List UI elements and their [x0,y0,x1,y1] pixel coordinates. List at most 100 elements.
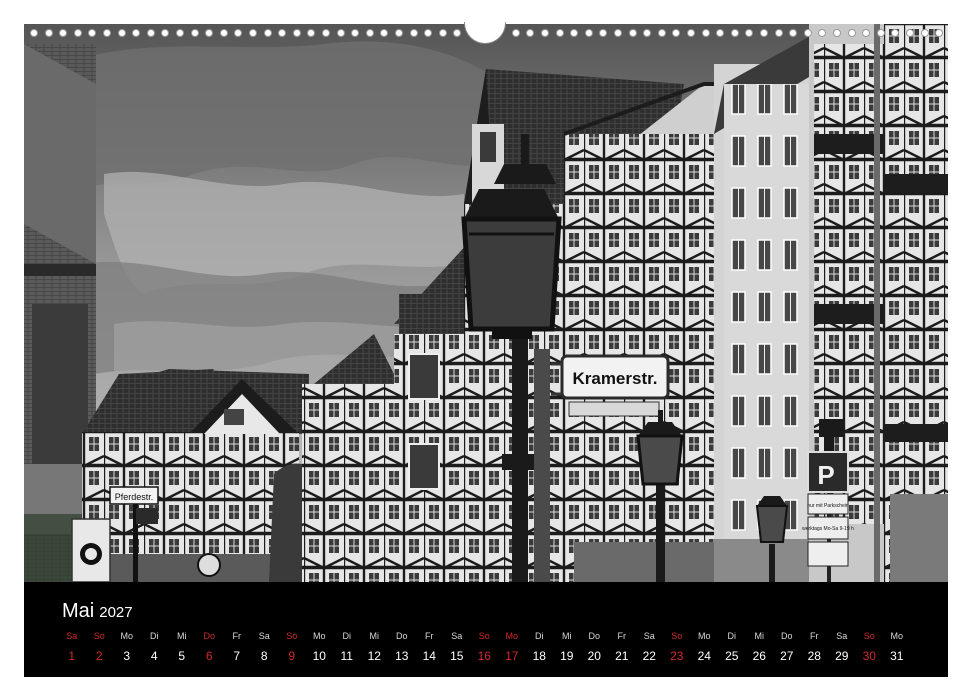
weekday-label: Mo [505,631,518,641]
binding-hole [351,29,360,37]
calendar-day: Di 11 [333,630,361,670]
calendar-day: Sa 22 [636,630,664,670]
werktags-sign: werktags Mo-Sa 9-19 h [802,526,854,532]
day-number: 2 [95,649,103,663]
binding-hole [541,29,549,37]
day-number: 16 [477,649,491,663]
binding-hole [409,29,418,37]
binding-hole [278,29,287,37]
day-number: 6 [205,649,213,663]
calendar-page: Pferdestr. Kramerstr. P nur mit Parksche… [0,0,971,700]
calendar-day: Mo 3 [113,630,141,670]
day-number: 9 [288,649,296,663]
calendar-day: Mo 24 [691,630,719,670]
day-number: 1 [68,649,76,663]
weekday-label: Fr [617,631,627,641]
binding-hole [760,29,768,37]
calendar-day: Fr 28 [801,630,829,670]
binding-hole [862,29,871,37]
calendar-day: Mo 10 [306,630,334,670]
binding-hole [395,29,403,37]
binding-hole [190,29,199,37]
binding-hole [44,29,53,37]
binding-hole [628,29,637,37]
days-row: Sa 1 So 2 Mo 3 Di 4 Mi 5 Do 6 Fr 7 Sa 8 So 9 Mo 10 Di 11 Mi 12 D… [58,630,938,670]
calendar-day: Fr 7 [223,630,251,670]
binding-hole [774,29,783,37]
weekday-label: So [863,631,875,641]
day-number: 19 [560,649,574,663]
calendar-day: Mi 19 [553,630,581,670]
weekday-label: Do [588,631,600,641]
calendar-day: Do 13 [388,630,416,670]
calendar-day: So 30 [856,630,884,670]
day-number: 7 [233,649,241,663]
day-number: 23 [670,649,684,663]
weekday-label: Di [150,631,159,641]
binding-hole [701,29,710,37]
weekday-label: Mo [312,631,326,641]
weekday-label: Sa [451,631,463,641]
calendar-day: Mo 17 [498,630,526,670]
binding-hole [643,29,652,37]
binding-hole [103,29,111,37]
pferdestr-sign: Pferdestr. [115,492,154,502]
calendar-day: Mi 12 [361,630,389,670]
day-number: 4 [150,649,158,663]
binding-hole [380,29,389,37]
weekday-label: Fr [810,631,819,641]
weekday-label: Mi [562,631,572,641]
binding-hole [570,29,579,37]
binding-hole [161,29,170,37]
day-number: 5 [178,649,186,663]
binding-hole [146,29,155,37]
weekday-label: Di [727,631,737,641]
weekday-label: So [478,631,490,641]
calendar-day: So 23 [663,630,691,670]
calendar-strip: Mai 2027 Sa 1 So 2 Mo 3 Di 4 Mi 5 Do 6 Fr 7 Sa 8 So 9 Mo 10 D… [24,582,948,677]
binding-hole [438,29,447,37]
year: 2027 [99,604,133,621]
parking-subsign: nur mit Parkschein [807,503,849,509]
weekday-label: So [93,631,105,641]
binding-hole [205,29,214,37]
day-number: 21 [615,649,629,663]
binding-hole [833,29,841,37]
binding-hole [263,29,272,37]
weekday-label: So [286,631,298,641]
day-number: 22 [642,649,656,663]
binding-hole [745,29,754,37]
weekday-label: Fr [425,631,434,641]
binding-hole [716,29,725,37]
binding-hole [935,29,944,37]
binding-hole [365,29,374,37]
binding-hole [88,29,97,37]
binding-hole [818,29,827,37]
day-number: 26 [752,649,766,663]
day-number: 29 [835,649,849,663]
calendar-day: So 9 [278,630,306,670]
calendar-day: Do 6 [196,630,224,670]
calendar-day: Mi 5 [168,630,196,670]
weekday-label: Mo [890,631,903,641]
binding-hole [599,29,608,37]
binding-hole [526,29,535,37]
day-number: 8 [260,649,268,663]
binding-hole [584,29,593,37]
weekday-label: Mi [177,631,187,641]
calendar-day: Di 4 [141,630,169,670]
day-number: 15 [450,649,464,663]
day-number: 10 [312,649,326,663]
binding-hole [789,29,798,37]
calendar-day: Di 25 [718,630,746,670]
weekday-label: So [671,631,683,641]
binding-hole [891,29,900,37]
binding-hole [322,29,330,37]
day-number: 17 [505,649,519,663]
calendar-day: Fr 14 [416,630,444,670]
binding-hole [219,29,228,37]
binding-hole [249,29,257,37]
binding-hole [920,29,929,37]
weekday-label: Mi [754,631,765,641]
day-number: 20 [587,649,601,663]
